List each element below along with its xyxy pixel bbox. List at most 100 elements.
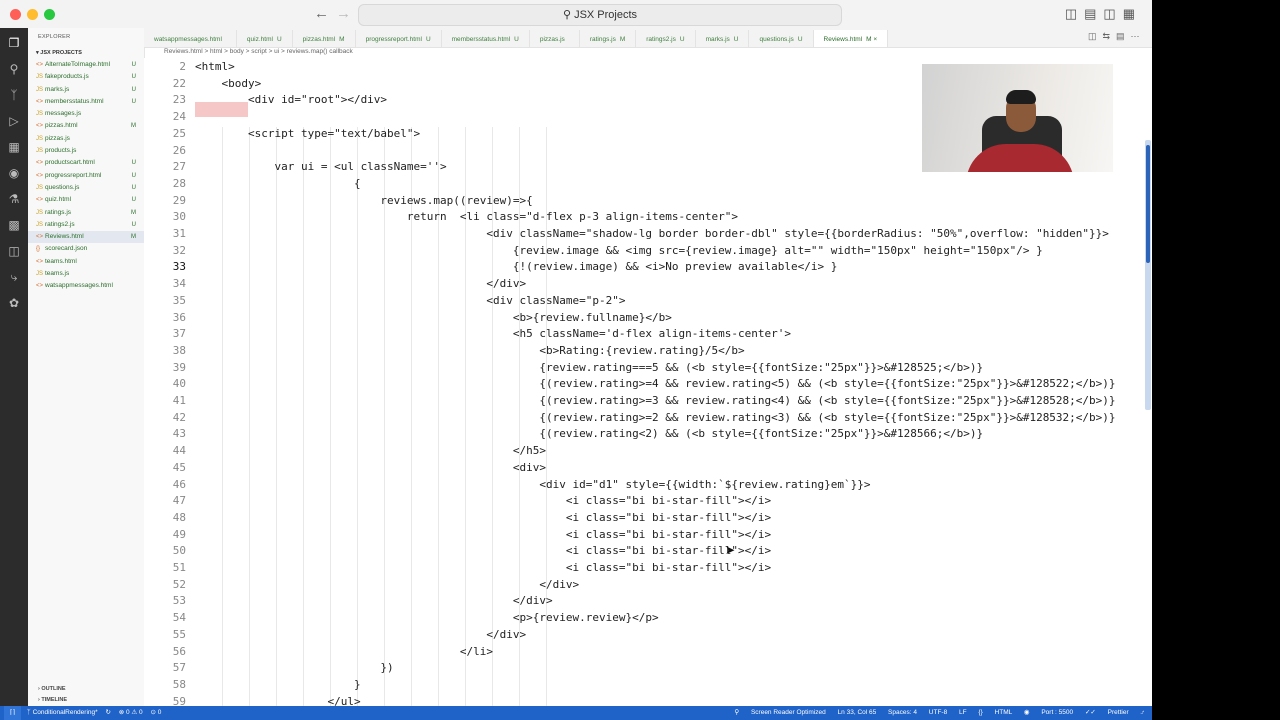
- code-line[interactable]: {review.rating===5 && (<b style={{fontSi…: [195, 361, 983, 374]
- code-line[interactable]: </div>: [195, 628, 526, 641]
- code-line[interactable]: <i class="bi bi-star-fill"></i>: [195, 561, 771, 574]
- file-item[interactable]: JS ratings.js M: [28, 207, 144, 219]
- code-line[interactable]: <div className="p-2">: [195, 294, 625, 307]
- code-line[interactable]: <div id="root"></div>: [195, 93, 387, 106]
- code-line[interactable]: <i class="bi bi-star-fill"></i>: [195, 544, 771, 557]
- forward-arrow-icon[interactable]: →: [336, 5, 351, 22]
- editor-tab[interactable]: Reviews.html M ×: [813, 30, 889, 47]
- editor-tab[interactable]: pizzas.html M: [293, 30, 356, 47]
- file-item[interactable]: JS products.js: [28, 145, 144, 157]
- zoom-window-button[interactable]: [44, 9, 55, 20]
- file-item[interactable]: JS pizzas.js: [28, 133, 144, 145]
- code-line[interactable]: {!(review.image) && <i>No preview availa…: [195, 260, 838, 273]
- file-item[interactable]: JS teams.js: [28, 268, 144, 280]
- code-line[interactable]: <p>{review.review}</p>: [195, 611, 659, 624]
- cursor-position[interactable]: Ln 33, Col 65: [838, 709, 877, 716]
- code-line[interactable]: }: [195, 678, 361, 691]
- indentation[interactable]: Spaces: 4: [888, 709, 917, 716]
- code-line[interactable]: <b>{review.fullname}</b>: [195, 311, 672, 324]
- code-line[interactable]: {review.image && <img src={review.image}…: [195, 244, 1043, 257]
- code-line[interactable]: }): [195, 661, 393, 674]
- outline-section[interactable]: › OUTLINE: [38, 686, 66, 692]
- minimize-window-button[interactable]: [27, 9, 38, 20]
- notifications-icon[interactable]: ⍻: [1140, 709, 1144, 716]
- run-debug-icon[interactable]: ▷: [7, 114, 21, 128]
- editor-tab[interactable]: ratings2.js U: [636, 30, 696, 47]
- project-folder[interactable]: ▾ JSX PROJECTS: [36, 50, 82, 56]
- problems-indicator[interactable]: ⊗ 0 ⚠ 0: [119, 709, 143, 716]
- code-line[interactable]: <h5 className='d-flex align-items-center…: [195, 327, 791, 340]
- prettier-status[interactable]: ✓✓ Prettier: [1085, 709, 1129, 716]
- remote-indicator-icon[interactable]: ⌈⌉: [4, 706, 22, 720]
- file-item[interactable]: <> membersstatus.html U: [28, 96, 144, 108]
- code-line[interactable]: </div>: [195, 277, 526, 290]
- editor-tab[interactable]: pizzas.js: [530, 30, 580, 47]
- file-item[interactable]: <> pizzas.html M: [28, 120, 144, 132]
- close-tab-icon[interactable]: ×: [872, 36, 877, 43]
- file-item[interactable]: <> productscart.html U: [28, 157, 144, 169]
- code-line[interactable]: <div id="d1" style={{width:`${review.rat…: [195, 478, 870, 491]
- file-item[interactable]: <> watsappmessages.html: [28, 280, 144, 292]
- code-line[interactable]: {(review.rating>=2 && review.rating<3) &…: [195, 411, 1115, 424]
- code-line[interactable]: <script type="text/babel">: [195, 127, 420, 140]
- database-icon[interactable]: ◫: [7, 244, 21, 258]
- code-line[interactable]: </ul>: [195, 695, 360, 706]
- editor-tab[interactable]: questions.js U: [749, 30, 814, 47]
- code-line[interactable]: reviews.map((review)=>{: [195, 194, 532, 207]
- file-item[interactable]: JS messages.js: [28, 108, 144, 120]
- screen-reader-status[interactable]: Screen Reader Optimized: [751, 709, 826, 716]
- code-line[interactable]: <div>: [195, 461, 546, 474]
- back-arrow-icon[interactable]: ←: [314, 5, 329, 22]
- editor-tab[interactable]: marks.js U: [696, 30, 750, 47]
- end-of-line[interactable]: LF: [959, 709, 967, 716]
- file-item[interactable]: <> Reviews.html M: [28, 231, 144, 244]
- file-item[interactable]: <> quiz.html U: [28, 194, 144, 206]
- file-item[interactable]: JS questions.js U: [28, 182, 144, 194]
- editor-tab[interactable]: quiz.html U: [237, 30, 293, 47]
- code-line[interactable]: <div className="shadow-lg border border-…: [195, 227, 1109, 240]
- code-line[interactable]: {: [195, 177, 361, 190]
- extensions-icon[interactable]: ▦: [7, 140, 21, 154]
- branch-indicator[interactable]: ᛉ ConditionalRendering*: [27, 709, 98, 716]
- remote-icon[interactable]: ◉: [7, 166, 21, 180]
- docker-icon[interactable]: ▩: [7, 218, 21, 232]
- leaf-icon[interactable]: ✿: [7, 296, 21, 310]
- code-line[interactable]: <html>: [195, 60, 235, 73]
- code-line[interactable]: </div>: [195, 578, 579, 591]
- language-mode[interactable]: {} HTML: [978, 709, 1012, 716]
- code-line[interactable]: </div>: [195, 594, 553, 607]
- code-line[interactable]: {(review.rating>=3 && review.rating<4) &…: [195, 394, 1115, 407]
- code-line[interactable]: <b>Rating:{review.rating}/5</b>: [195, 344, 744, 357]
- timeline-section[interactable]: › TIMELINE: [38, 697, 67, 703]
- liveshare-icon[interactable]: ⤷: [7, 270, 21, 284]
- code-line[interactable]: <i class="bi bi-star-fill"></i>: [195, 528, 771, 541]
- editor-tab[interactable]: ratings.js M: [580, 30, 637, 47]
- layout-icons[interactable]: ◫▤◫▦: [1065, 6, 1142, 22]
- explorer-icon[interactable]: ❐: [7, 36, 21, 50]
- encoding[interactable]: UTF-8: [929, 709, 947, 716]
- breadcrumb[interactable]: Reviews.html > html > body > script > ui…: [164, 48, 353, 55]
- code-line[interactable]: </li>: [195, 645, 493, 658]
- editor-tab[interactable]: membersstatus.html U: [442, 30, 530, 47]
- source-control-icon[interactable]: ᛉ: [7, 88, 21, 102]
- sync-icon[interactable]: ↻: [105, 709, 110, 716]
- ports-indicator[interactable]: ⊙ 0: [150, 709, 161, 716]
- file-item[interactable]: JS marks.js U: [28, 84, 144, 96]
- file-item[interactable]: JS ratings2.js U: [28, 219, 144, 231]
- file-item[interactable]: <> teams.html: [28, 256, 144, 268]
- testing-icon[interactable]: ⚗: [7, 192, 21, 206]
- live-server-port[interactable]: ◉ Port : 5500: [1024, 709, 1073, 716]
- code-line[interactable]: <body>: [195, 77, 261, 90]
- search-status-icon[interactable]: ⚲: [734, 709, 739, 716]
- code-line[interactable]: return <li class="d-flex p-3 align-items…: [195, 210, 738, 223]
- code-line[interactable]: {(review.rating<2) && (<b style={{fontSi…: [195, 427, 983, 440]
- file-item[interactable]: JS fakeproducts.js U: [28, 71, 144, 83]
- editor-actions[interactable]: ◫⇆▤⋯: [1088, 31, 1144, 42]
- file-item[interactable]: <> AlternateToImage.html U: [28, 59, 144, 71]
- code-line[interactable]: </h5>: [195, 444, 546, 457]
- code-line[interactable]: {(review.rating>=4 && review.rating<5) &…: [195, 377, 1115, 390]
- code-line[interactable]: var ui = <ul className=''>: [195, 160, 446, 173]
- code-line[interactable]: <i class="bi bi-star-fill"></i>: [195, 494, 771, 507]
- search-icon[interactable]: ⚲: [7, 62, 21, 76]
- editor-tab[interactable]: progressreport.html U: [356, 30, 442, 47]
